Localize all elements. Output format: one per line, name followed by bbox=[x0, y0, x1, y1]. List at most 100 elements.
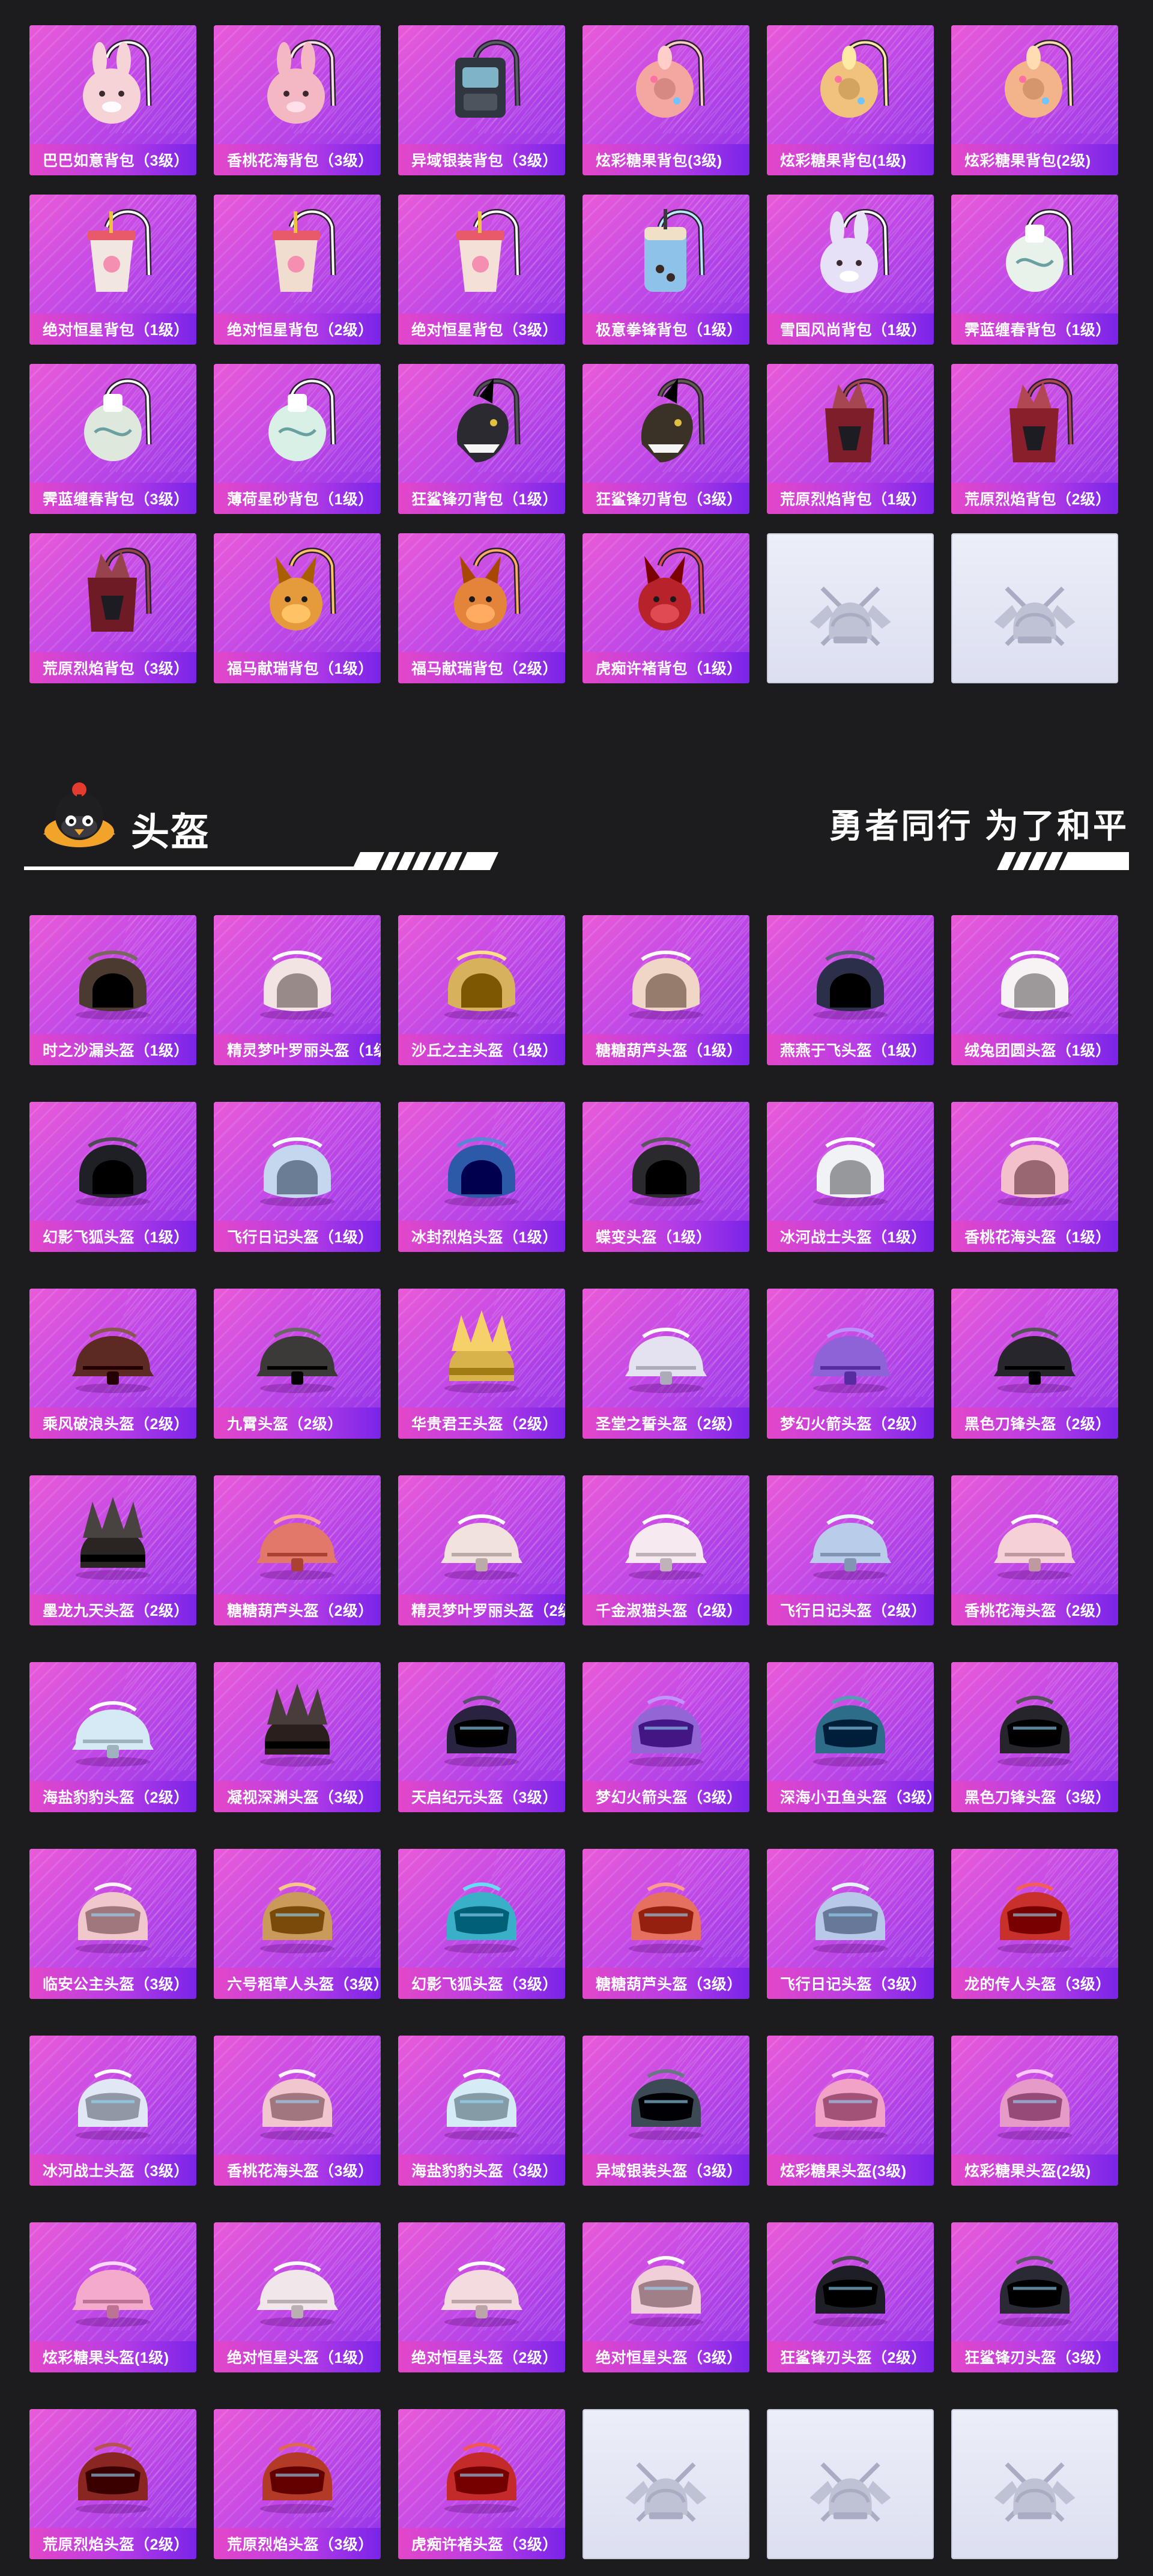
helmet-icon bbox=[997, 2069, 1072, 2140]
helmet-card[interactable]: 龙的传人头盔（3级） bbox=[951, 1849, 1118, 1999]
helmet-card[interactable]: 绒兔团圆头盔（1级） bbox=[951, 915, 1118, 1065]
backpack-card[interactable]: 异域银装背包（3级） bbox=[398, 25, 565, 175]
helmet-card[interactable]: 飞行日记头盔（1级） bbox=[214, 1102, 381, 1252]
helmet-card[interactable]: 精灵梦叶罗丽头盔（2级） bbox=[398, 1475, 565, 1625]
backpack-icon bbox=[88, 209, 152, 292]
backpack-card[interactable]: 荒原烈焰背包（3级） bbox=[29, 533, 196, 683]
backpack-card[interactable]: 炫彩糖果背包(1级) bbox=[767, 25, 934, 175]
helmet-card[interactable]: 炫彩糖果头盔(1级) bbox=[29, 2222, 196, 2372]
backpack-card[interactable]: 霁蓝缠春背包（3级） bbox=[29, 364, 196, 514]
helmet-name-label: 幻影飞狐头盔（1级） bbox=[29, 1221, 196, 1252]
helmet-card[interactable]: 九霄头盔（2级） bbox=[214, 1289, 381, 1439]
helmet-card[interactable]: 临安公主头盔（3级） bbox=[29, 1849, 196, 1999]
helmet-card[interactable]: 绝对恒星头盔（2级） bbox=[398, 2222, 565, 2372]
helmet-card[interactable]: 绝对恒星头盔（1级） bbox=[214, 2222, 381, 2372]
helmet-card[interactable]: 香桃花海头盔（2级） bbox=[951, 1475, 1118, 1625]
helmet-card[interactable]: 飞行日记头盔（2级） bbox=[767, 1475, 934, 1625]
backpack-card[interactable]: 炫彩糖果背包(2级) bbox=[951, 25, 1118, 175]
helmet-icon bbox=[629, 1882, 703, 1953]
helmet-card[interactable]: 飞行日记头盔（3级） bbox=[767, 1849, 934, 1999]
helmet-card[interactable]: 糖糖葫芦头盔（2级） bbox=[214, 1475, 381, 1625]
helmet-card[interactable]: 糖糖葫芦头盔（3级） bbox=[583, 1849, 749, 1999]
helmet-card[interactable]: 时之沙漏头盔（1级） bbox=[29, 915, 196, 1065]
backpack-card[interactable]: 薄荷星砂背包（1级） bbox=[214, 364, 381, 514]
helmet-name-label: 糖糖葫芦头盔（3级） bbox=[583, 1968, 749, 1999]
backpack-card[interactable]: 狂鲨锋刃背包（3级） bbox=[583, 364, 749, 514]
helmet-card[interactable]: 炫彩糖果头盔(3级) bbox=[767, 2036, 934, 2186]
backpack-name-label: 霁蓝缠春背包（3级） bbox=[29, 483, 196, 514]
helmet-card[interactable]: 乘风破浪头盔（2级） bbox=[29, 1289, 196, 1439]
backpack-icon bbox=[1009, 378, 1074, 462]
backpack-card[interactable]: 绝对恒星背包（3级） bbox=[398, 195, 565, 345]
backpack-card[interactable]: 香桃花海背包（3级） bbox=[214, 25, 381, 175]
helmet-card[interactable]: 幻影飞狐头盔（3级） bbox=[398, 1849, 565, 1999]
backpack-card[interactable]: 福马献瑞背包（2级） bbox=[398, 533, 565, 683]
helmet-name-label: 虎痴许褚头盔（3级） bbox=[398, 2528, 565, 2559]
backpack-card[interactable]: 雪国风尚背包（1级） bbox=[767, 195, 934, 345]
helmet-card[interactable]: 狂鲨锋刃头盔（2级） bbox=[767, 2222, 934, 2372]
backpack-placeholder-card bbox=[951, 533, 1118, 683]
backpack-icon bbox=[88, 548, 152, 632]
backpack-card[interactable]: 福马献瑞背包（1级） bbox=[214, 533, 381, 683]
helmet-name-label: 绝对恒星头盔（1级） bbox=[214, 2341, 381, 2372]
helmet-card[interactable]: 海盐豹豹头盔（2级） bbox=[29, 1662, 196, 1812]
helmet-card[interactable]: 沙丘之主头盔（1级） bbox=[398, 915, 565, 1065]
helmet-icon bbox=[629, 1137, 703, 1206]
helmet-card[interactable]: 幻影飞狐头盔（1级） bbox=[29, 1102, 196, 1252]
backpack-card[interactable]: 绝对恒星背包（2级） bbox=[214, 195, 381, 345]
backpack-name-label: 荒原烈焰背包（3级） bbox=[29, 652, 196, 683]
helmet-card[interactable]: 香桃花海头盔（1级） bbox=[951, 1102, 1118, 1252]
helmet-card[interactable]: 冰河战士头盔（3级） bbox=[29, 2036, 196, 2186]
backpack-card[interactable]: 虎痴许褚背包（1级） bbox=[583, 533, 749, 683]
emblem-placeholder-icon bbox=[994, 586, 1076, 646]
backpack-name-label: 福马献瑞背包（1级） bbox=[214, 652, 381, 683]
helmet-card[interactable]: 糖糖葫芦头盔（1级） bbox=[583, 915, 749, 1065]
helmet-card[interactable]: 荒原烈焰头盔（3级） bbox=[214, 2409, 381, 2559]
helmet-placeholder-card bbox=[583, 2409, 749, 2559]
backpack-card[interactable]: 极意拳锋背包（1级） bbox=[583, 195, 749, 345]
helmet-card[interactable]: 冰封烈焰头盔（1级） bbox=[398, 1102, 565, 1252]
helmet-name-label: 凝视深渊头盔（3级） bbox=[214, 1781, 381, 1812]
helmet-card[interactable]: 墨龙九天头盔（2级） bbox=[29, 1475, 196, 1625]
helmet-card[interactable]: 香桃花海头盔（3级） bbox=[214, 2036, 381, 2186]
helmet-icon bbox=[256, 2261, 338, 2327]
helmet-card[interactable]: 狂鲨锋刃头盔（3级） bbox=[951, 2222, 1118, 2372]
helmet-card[interactable]: 虎痴许褚头盔（3级） bbox=[398, 2409, 565, 2559]
backpack-card[interactable]: 霁蓝缠春背包（1级） bbox=[951, 195, 1118, 345]
helmet-card[interactable]: 梦幻火箭头盔（3级） bbox=[583, 1662, 749, 1812]
backpack-icon bbox=[820, 209, 889, 293]
helmet-name-label: 狂鲨锋刃头盔（3级） bbox=[951, 2341, 1118, 2372]
helmet-card[interactable]: 冰河战士头盔（1级） bbox=[767, 1102, 934, 1252]
helmet-card[interactable]: 圣堂之誓头盔（2级） bbox=[583, 1289, 749, 1439]
backpack-card[interactable]: 巴巴如意背包（3级） bbox=[29, 25, 196, 175]
helmet-card[interactable]: 燕燕于飞头盔（1级） bbox=[767, 915, 934, 1065]
backpack-card[interactable]: 炫彩糖果背包(3级) bbox=[583, 25, 749, 175]
backpack-card[interactable]: 狂鲨锋刃背包（1级） bbox=[398, 364, 565, 514]
backpack-card[interactable]: 荒原烈焰背包（2级） bbox=[951, 364, 1118, 514]
helmet-card[interactable]: 千金淑猫头盔（2级） bbox=[583, 1475, 749, 1625]
backpack-card[interactable]: 荒原烈焰背包（1级） bbox=[767, 364, 934, 514]
helmet-card[interactable]: 华贵君王头盔（2级） bbox=[398, 1289, 565, 1439]
helmet-name-label: 糖糖葫芦头盔（1级） bbox=[583, 1034, 749, 1065]
helmet-name-label: 梦幻火箭头盔（3级） bbox=[583, 1781, 749, 1812]
helmet-card[interactable]: 海盐豹豹头盔（3级） bbox=[398, 2036, 565, 2186]
helmet-card[interactable]: 梦幻火箭头盔（2级） bbox=[767, 1289, 934, 1439]
helmet-card[interactable]: 荒原烈焰头盔（2级） bbox=[29, 2409, 196, 2559]
helmet-name-label: 六号稻草人头盔（3级） bbox=[214, 1968, 381, 1999]
backpack-name-label: 虎痴许褚背包（1级） bbox=[583, 652, 749, 683]
helmet-card[interactable]: 蝶变头盔（1级） bbox=[583, 1102, 749, 1252]
helmet-card[interactable]: 六号稻草人头盔（3级） bbox=[214, 1849, 381, 1999]
helmet-card[interactable]: 异域银装头盔（3级） bbox=[583, 2036, 749, 2186]
backpack-card[interactable]: 绝对恒星背包（1级） bbox=[29, 195, 196, 345]
backpack-name-label: 福马献瑞背包（2级） bbox=[398, 652, 565, 683]
emblem-placeholder-icon bbox=[625, 2462, 707, 2522]
slogan-stripes bbox=[997, 852, 1129, 870]
helmet-card[interactable]: 深海小丑鱼头盔（3级） bbox=[767, 1662, 934, 1812]
helmet-card[interactable]: 绝对恒星头盔（3级） bbox=[583, 2222, 749, 2372]
helmet-card[interactable]: 黑色刀锋头盔（3级） bbox=[951, 1662, 1118, 1812]
helmet-card[interactable]: 天启纪元头盔（3级） bbox=[398, 1662, 565, 1812]
helmet-card[interactable]: 黑色刀锋头盔（2级） bbox=[951, 1289, 1118, 1439]
helmet-card[interactable]: 炫彩糖果头盔(2级) bbox=[951, 2036, 1118, 2186]
helmet-card[interactable]: 精灵梦叶罗丽头盔（1级） bbox=[214, 915, 381, 1065]
helmet-card[interactable]: 凝视深渊头盔（3级） bbox=[214, 1662, 381, 1812]
